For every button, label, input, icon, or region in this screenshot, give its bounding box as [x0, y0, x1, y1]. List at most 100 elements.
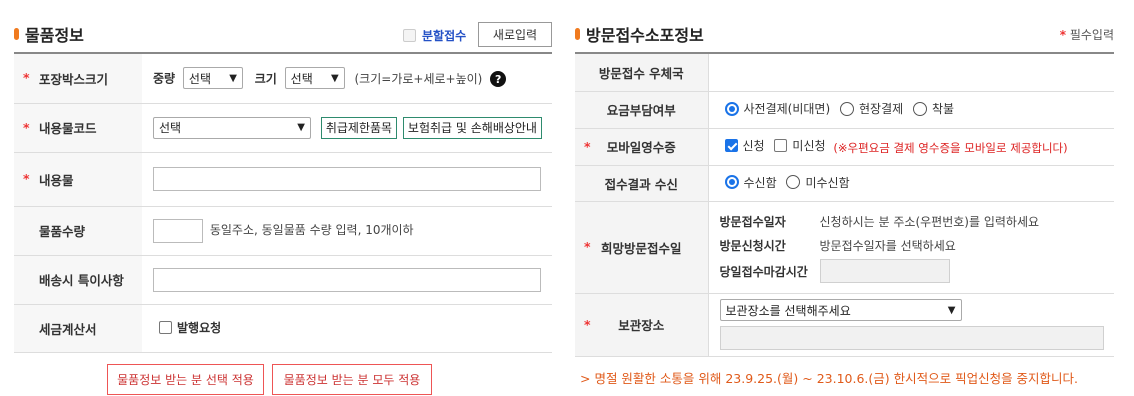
content-code-select[interactable]: 선택 ▼: [153, 116, 311, 139]
storage-value: 보관장소를 선택해주세요 ▼: [708, 293, 1114, 357]
apply-selected-button[interactable]: 물품정보 받는 분 선택 적용: [107, 364, 264, 395]
notes-value: [142, 255, 552, 305]
result-receive-yes-label: 수신함: [743, 175, 777, 190]
result-receive-options: 수신함 미수신함: [708, 165, 1114, 202]
apply-all-button[interactable]: 물품정보 받는 분 모두 적용: [272, 364, 432, 395]
size-select-value: 선택: [290, 71, 313, 86]
item-info-header: 물품정보 분할접수 새로입력: [14, 0, 552, 52]
storage-detail-input[interactable]: [719, 326, 1104, 350]
radio-selected[interactable]: [724, 175, 739, 190]
row-post-office: 방문접수 우체국: [575, 53, 1114, 92]
visit-time-line: 방문신청시간 방문접수일자를 선택하세요: [720, 233, 1115, 257]
item-info-panel: 물품정보 분할접수 새로입력 * 포장박스크기 중량 선택 ▼ 크기 선택 ▼ …: [14, 0, 552, 353]
payment-option-prepaid-label: 사전결제(비대면): [743, 102, 831, 117]
visit-info-header: 방문접수소포정보 * 필수입력: [575, 0, 1114, 52]
quantity-label: 물품수량: [14, 206, 142, 256]
size-label: 크기: [254, 71, 277, 86]
payment-option-cod-label: 착불: [931, 102, 955, 117]
desired-date-label-text: 희망방문접수일: [600, 240, 682, 256]
payment-option-onsite[interactable]: 현장결제: [839, 100, 904, 117]
result-receive-no[interactable]: 미수신함: [786, 174, 850, 191]
required-note-text: 필수입력: [1069, 28, 1114, 42]
reset-input-button[interactable]: 새로입력: [478, 22, 552, 47]
desired-date-value: 방문접수일자 신청하시는 분 주소(우편번호)를 입력하세요 방문신청시간 방문…: [708, 201, 1115, 294]
deadline-label: 당일접수마감시간: [719, 264, 808, 279]
radio-selected[interactable]: [724, 101, 739, 116]
required-star: *: [584, 238, 591, 254]
quantity-hint: 동일주소, 동일물품 수량 입력, 10개이하: [209, 223, 414, 237]
required-star: *: [23, 170, 30, 186]
item-info-form: * 포장박스크기 중량 선택 ▼ 크기 선택 ▼ (크기=가로+세로+높이) ?: [14, 52, 552, 353]
content-code-label: * 내용물코드: [14, 103, 142, 153]
row-quantity: 물품수량 동일주소, 동일물품 수량 입력, 10개이하: [14, 206, 552, 256]
row-content-code: * 내용물코드 선택 ▼ 취급제한품목 보험취급 및 손해배상안내: [14, 103, 552, 153]
payment-option-prepaid[interactable]: 사전결제(비대면): [724, 100, 831, 117]
apply-buttons: 물품정보 받는 분 선택 적용 물품정보 받는 분 모두 적용: [107, 364, 432, 395]
storage-label: * 보관장소: [575, 293, 709, 357]
mobile-receipt-apply-label: 신청: [742, 139, 765, 153]
required-note: * 필수입력: [1060, 26, 1114, 43]
result-receive-label-text: 접수결과 수신: [604, 176, 678, 192]
deadline-line: 당일접수마감시간: [720, 257, 1115, 285]
split-receipt-checkbox[interactable]: [403, 29, 416, 42]
required-star: *: [23, 119, 30, 135]
tax-invoice-value: 발행요청: [142, 304, 552, 353]
content-code-select-value: 선택: [159, 121, 182, 135]
box-size-label: * 포장박스크기: [14, 53, 142, 104]
visit-info-title: 방문접수소포정보: [575, 22, 704, 46]
split-receipt-label: 분할접수: [422, 29, 467, 43]
radio-unselected[interactable]: [839, 101, 854, 116]
result-receive-yes[interactable]: 수신함: [724, 174, 777, 191]
payment-option-cod[interactable]: 착불: [912, 100, 955, 117]
size-select[interactable]: 선택 ▼: [284, 67, 345, 90]
restricted-items-button[interactable]: 취급제한품목: [320, 116, 398, 139]
quantity-input[interactable]: [153, 218, 203, 243]
payment-options: 사전결제(비대면) 현장결제 착불: [708, 91, 1114, 129]
mobile-receipt-note: (※우편요금 결제 영수증을 모바일로 제공합니다): [833, 141, 1068, 155]
row-notes: 배송시 특이사항: [14, 255, 552, 305]
split-receipt-toggle[interactable]: 분할접수: [403, 27, 466, 44]
storage-label-text: 보관장소: [618, 318, 665, 333]
tax-invoice-label-text: 세금계산서: [39, 321, 97, 337]
result-receive-no-label: 미수신함: [805, 175, 850, 190]
payment-label: 요금부담여부: [575, 91, 709, 129]
payment-option-onsite-label: 현장결제: [858, 102, 904, 117]
tax-invoice-request[interactable]: 발행요청: [159, 319, 221, 336]
visit-info-panel: 방문접수소포정보 * 필수입력 방문접수 우체국 요금부담여부 사전결제(비대면…: [575, 0, 1114, 386]
result-receive-label: 접수결과 수신: [575, 165, 709, 202]
visit-time-value: 방문접수일자를 선택하세요: [819, 238, 956, 253]
mobile-receipt-apply-checkbox[interactable]: [724, 139, 738, 152]
section-marker-icon: [14, 28, 19, 40]
storage-select[interactable]: 보관장소를 선택해주세요 ▼: [719, 299, 962, 321]
desired-date-label: * 희망방문접수일: [575, 201, 709, 294]
item-info-title-text: 물품정보: [25, 26, 84, 45]
box-size-label-text: 포장박스크기: [39, 71, 109, 87]
visit-date-line: 방문접수일자 신청하시는 분 주소(우편번호)를 입력하세요: [720, 209, 1115, 233]
mobile-receipt-no-apply[interactable]: 미신청: [774, 137, 826, 154]
mobile-receipt-label: * 모바일영수증: [575, 128, 709, 166]
visit-date-label: 방문접수일자: [719, 214, 786, 229]
required-star: *: [1059, 28, 1066, 42]
size-hint: (크기=가로+세로+높이): [354, 71, 483, 86]
weight-select[interactable]: 선택 ▼: [182, 67, 243, 90]
content-input[interactable]: [153, 167, 541, 191]
visit-info-form: 방문접수 우체국 요금부담여부 사전결제(비대면) 현장결제 착불 * 모바일영…: [575, 52, 1114, 357]
help-icon[interactable]: ?: [490, 71, 507, 88]
required-star: *: [23, 70, 30, 85]
insurance-guide-button[interactable]: 보험취급 및 손해배상안내: [402, 116, 542, 139]
chevron-down-icon: ▼: [330, 72, 339, 84]
storage-select-value: 보관장소를 선택해주세요: [725, 303, 851, 318]
mobile-receipt-no-apply-checkbox[interactable]: [774, 139, 788, 152]
row-desired-date: * 희망방문접수일 방문접수일자 신청하시는 분 주소(우편번호)를 입력하세요…: [575, 201, 1115, 294]
chevron-down-icon: ▼: [297, 122, 305, 133]
box-size-value: 중량 선택 ▼ 크기 선택 ▼ (크기=가로+세로+높이) ?: [142, 53, 552, 104]
notes-input[interactable]: [153, 267, 541, 292]
section-marker-icon: [575, 28, 580, 40]
visit-date-value: 신청하시는 분 주소(우편번호)를 입력하세요: [819, 214, 1040, 229]
radio-unselected[interactable]: [912, 101, 927, 116]
radio-unselected[interactable]: [786, 175, 801, 190]
tax-invoice-checkbox[interactable]: [159, 321, 172, 334]
post-office-value: [708, 53, 1114, 92]
mobile-receipt-label-text: 모바일영수증: [606, 140, 676, 155]
mobile-receipt-apply[interactable]: 신청: [724, 137, 765, 154]
